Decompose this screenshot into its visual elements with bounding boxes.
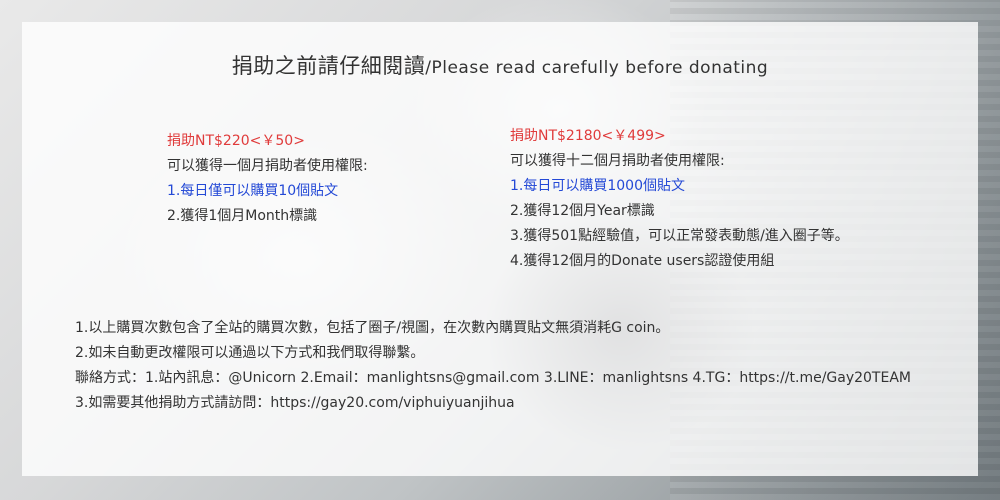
page-title: 捐助之前請仔細閱讀/Please read carefully before d… bbox=[0, 50, 1000, 80]
tier-price: 捐助NT$220<￥50> bbox=[167, 133, 305, 149]
tier-monthly: 捐助NT$220<￥50> 可以獲得一個月捐助者使用權限: 1.每日僅可以購買1… bbox=[167, 129, 368, 229]
tier-benefit: 2.獲得12個月Year標識 bbox=[510, 203, 655, 219]
tier-benefit: 1.每日僅可以購買10個貼文 bbox=[167, 183, 339, 199]
title-en: Please read carefully before donating bbox=[431, 58, 769, 78]
note-contact-methods: 聯絡方式：1.站內訊息：@Unicorn 2.Email：manlightsns… bbox=[75, 370, 911, 386]
tier-benefit: 1.每日可以購買1000個貼文 bbox=[510, 178, 685, 194]
tier-intro: 可以獲得十二個月捐助者使用權限: bbox=[510, 153, 725, 169]
note-other-donation: 3.如需要其他捐助方式請訪問：https://gay20.com/viphuiy… bbox=[75, 395, 515, 411]
donation-banner: 捐助之前請仔細閱讀/Please read carefully before d… bbox=[0, 0, 1000, 500]
tier-benefit: 2.獲得1個月Month標識 bbox=[167, 208, 318, 224]
title-zh: 捐助之前請仔細閱讀 bbox=[231, 54, 426, 78]
note-contact-intro: 2.如未自動更改權限可以通過以下方式和我們取得聯繫。 bbox=[75, 345, 425, 361]
note-purchase-count: 1.以上購買次數包含了全站的購買次數，包括了圈子/視圖，在次數內購買貼文無須消耗… bbox=[75, 320, 670, 336]
tier-yearly: 捐助NT$2180<￥499> 可以獲得十二個月捐助者使用權限: 1.每日可以購… bbox=[510, 124, 849, 274]
tier-intro: 可以獲得一個月捐助者使用權限: bbox=[167, 158, 368, 174]
tier-benefit: 4.獲得12個月的Donate users認證使用組 bbox=[510, 253, 775, 269]
notes-section: 1.以上購買次數包含了全站的購買次數，包括了圈子/視圖，在次數內購買貼文無須消耗… bbox=[75, 316, 911, 416]
tier-price: 捐助NT$2180<￥499> bbox=[510, 128, 666, 144]
tier-benefit: 3.獲得501點經驗值，可以正常發表動態/進入圈子等。 bbox=[510, 228, 849, 244]
